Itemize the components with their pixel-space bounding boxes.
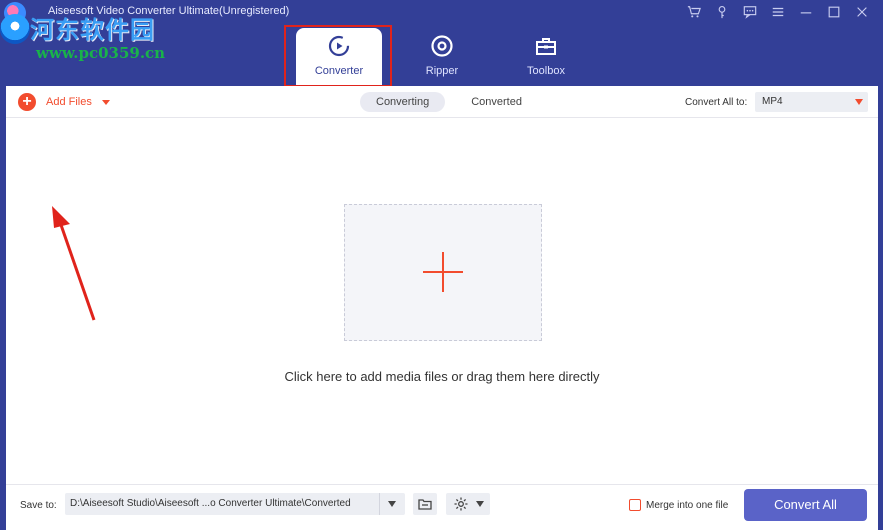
convert-all-button[interactable]: Convert All (744, 489, 867, 521)
convert-all-to-label: Convert All to: (685, 97, 748, 108)
key-icon[interactable] (709, 2, 735, 20)
main-nav: Converter Ripper Toolbox (0, 28, 883, 86)
tab-converter[interactable]: Converter (296, 28, 382, 86)
merge-label: Merge into one file (646, 499, 729, 511)
close-icon[interactable] (849, 2, 875, 20)
settings-button[interactable] (446, 493, 490, 515)
add-files-button[interactable]: + Add Files (18, 93, 110, 111)
output-format-value: MP4 (762, 96, 783, 107)
open-folder-button[interactable] (413, 493, 437, 515)
minimize-icon[interactable] (793, 2, 819, 20)
status-tabs: Converting Converted (360, 92, 538, 112)
save-path-select[interactable]: D:\Aiseesoft Studio\Aiseesoft ...o Conve… (65, 493, 405, 515)
tab-toolbox-label: Toolbox (527, 65, 565, 77)
cart-icon[interactable] (681, 2, 707, 20)
output-format-select[interactable]: MP4 (755, 92, 868, 112)
menu-icon[interactable] (765, 2, 791, 20)
add-media-dropzone[interactable] (344, 204, 542, 341)
save-to-label: Save to: (20, 500, 57, 511)
window-controls (681, 2, 875, 20)
tab-ripper[interactable]: Ripper (399, 28, 485, 86)
converter-icon (328, 35, 350, 57)
disc-icon (431, 35, 453, 57)
app-window: Aiseesoft Video Converter Ultimate(Unreg… (0, 0, 883, 530)
toolbox-icon (536, 38, 556, 55)
tab-converter-label: Converter (314, 65, 364, 77)
dropzone-hint: Click here to add media files or drag th… (284, 369, 600, 384)
chevron-down-icon (855, 99, 863, 105)
save-path-dropdown-icon[interactable] (379, 493, 405, 515)
gear-icon (454, 497, 468, 511)
tab-converted[interactable]: Converted (455, 92, 538, 112)
add-icon: + (18, 93, 36, 111)
save-path-value: D:\Aiseesoft Studio\Aiseesoft ...o Conve… (70, 498, 351, 509)
tab-toolbox[interactable]: Toolbox (503, 28, 589, 86)
converter-toolbar: + Add Files Converting Converted Convert… (6, 86, 878, 118)
merge-checkbox[interactable] (629, 499, 641, 511)
merge-option[interactable]: Merge into one file (629, 499, 728, 511)
tab-ripper-label: Ripper (425, 65, 459, 77)
add-files-dropdown-icon[interactable] (101, 99, 110, 105)
folder-icon (418, 499, 432, 510)
maximize-icon[interactable] (821, 2, 847, 20)
feedback-icon[interactable] (737, 2, 763, 20)
add-files-label: Add Files (46, 96, 92, 108)
converter-panel: + Add Files Converting Converted Convert… (6, 86, 878, 530)
plus-icon-vertical (442, 252, 444, 292)
tab-converting[interactable]: Converting (360, 92, 446, 112)
bottom-bar: Save to: D:\Aiseesoft Studio\Aiseesoft .… (6, 484, 878, 530)
annotation-arrow (52, 206, 96, 321)
settings-dropdown-icon (476, 501, 484, 507)
